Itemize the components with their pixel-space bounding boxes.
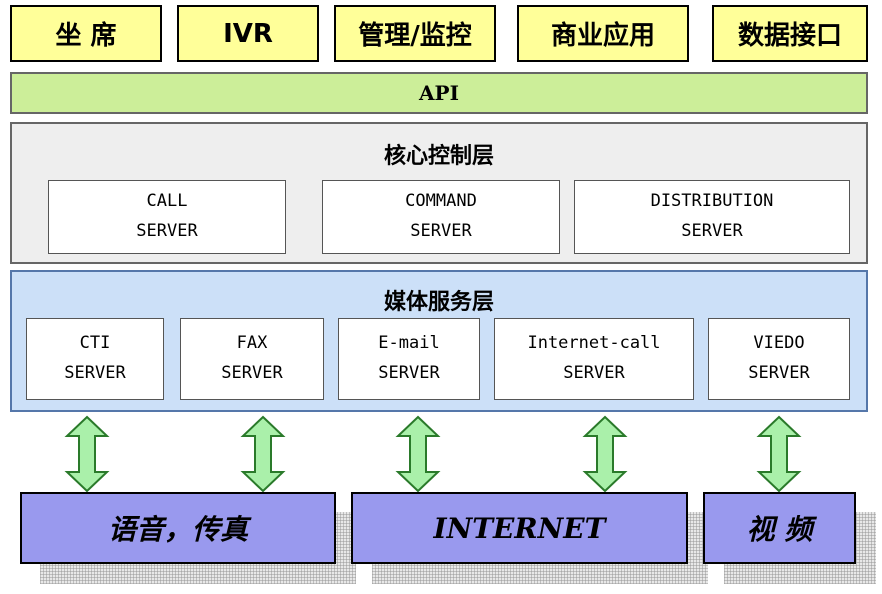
server-suffix: SERVER bbox=[410, 221, 472, 241]
server-suffix: SERVER bbox=[563, 363, 625, 383]
distribution-server: DISTRIBUTION SERVER bbox=[574, 180, 850, 254]
command-server: COMMAND SERVER bbox=[322, 180, 560, 254]
block-ivr: IVR bbox=[177, 5, 319, 62]
internet-call-server: Internet-call SERVER bbox=[494, 318, 694, 400]
server-name: VIEDO bbox=[753, 333, 805, 354]
cti-server: CTI SERVER bbox=[26, 318, 164, 400]
fax-server: FAX SERVER bbox=[180, 318, 324, 400]
server-name: CTI bbox=[79, 333, 111, 354]
call-server: CALL SERVER bbox=[48, 180, 286, 254]
server-name: E-mail bbox=[378, 333, 440, 354]
block-data-interface: 数据接口 bbox=[712, 5, 868, 62]
core-layer-title: 核心控制层 bbox=[383, 144, 494, 169]
server-suffix: SERVER bbox=[221, 363, 283, 383]
media-layer-title: 媒体服务层 bbox=[383, 290, 494, 315]
server-suffix: SERVER bbox=[748, 363, 810, 383]
email-server: E-mail SERVER bbox=[338, 318, 480, 400]
block-business-apps: 商业应用 bbox=[517, 5, 689, 62]
server-name: FAX bbox=[236, 333, 268, 354]
video-server: VIEDO SERVER bbox=[708, 318, 850, 400]
double-arrow-icon bbox=[395, 415, 441, 493]
server-suffix: SERVER bbox=[378, 363, 440, 383]
double-arrow-icon bbox=[240, 415, 286, 493]
media-service-layer: 媒体服务层 CTI SERVER FAX SERVER E-mail SERVE… bbox=[10, 270, 868, 412]
server-name: Internet-call bbox=[527, 333, 661, 354]
api-bar: API bbox=[10, 72, 868, 114]
server-name: CALL bbox=[146, 191, 188, 212]
double-arrow-icon bbox=[582, 415, 628, 493]
double-arrow-icon bbox=[64, 415, 110, 493]
block-agent: 坐 席 bbox=[10, 5, 162, 62]
block-internet: INTERNET bbox=[351, 492, 688, 564]
block-video: 视 频 bbox=[703, 492, 856, 564]
server-suffix: SERVER bbox=[64, 363, 126, 383]
double-arrow-icon bbox=[756, 415, 802, 493]
server-suffix: SERVER bbox=[136, 221, 198, 241]
server-name: COMMAND bbox=[405, 191, 477, 212]
block-management-monitor: 管理/监控 bbox=[334, 5, 496, 62]
block-voice-fax: 语音，传真 bbox=[20, 492, 336, 564]
server-suffix: SERVER bbox=[681, 221, 743, 241]
core-control-layer: 核心控制层 CALL SERVER COMMAND SERVER DISTRIB… bbox=[10, 122, 868, 264]
server-name: DISTRIBUTION bbox=[650, 191, 774, 212]
